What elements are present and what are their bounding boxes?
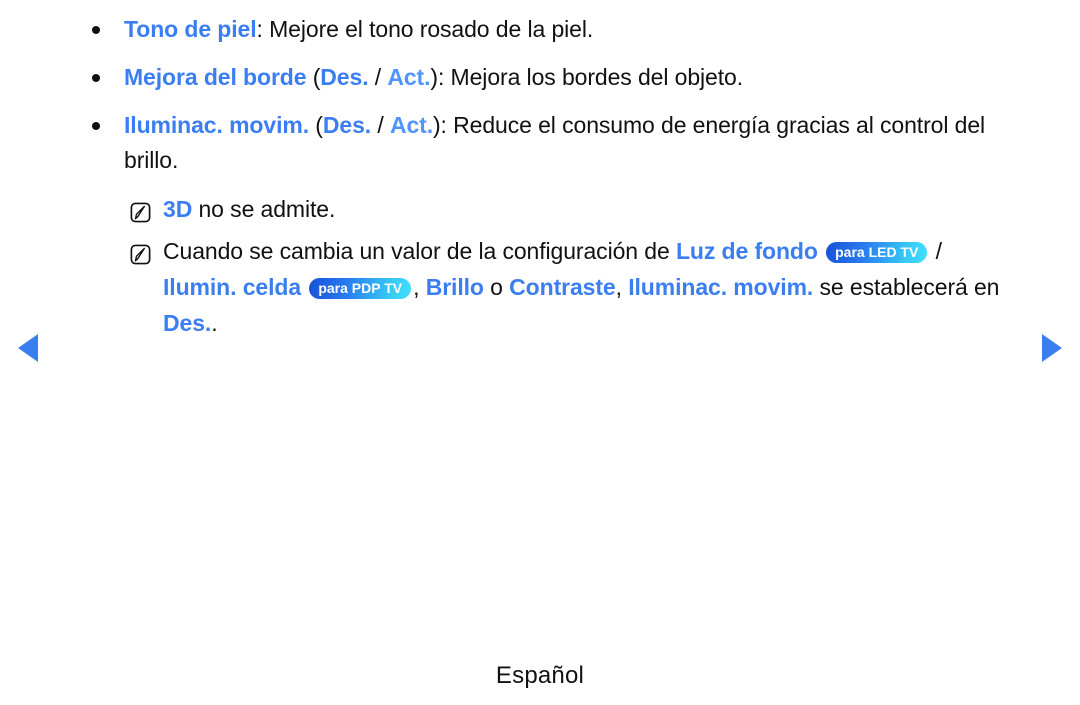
note-item: Cuando se cambia un valor de la configur… (0, 233, 1080, 341)
text-run: no se admite. (192, 196, 336, 222)
text-run: se establecerá en (813, 274, 1000, 300)
note-text: 3D no se admite. (163, 191, 1020, 227)
keyword-run: Iluminac. movim. (124, 112, 310, 138)
text-run: / (371, 112, 390, 138)
note-list: 3D no se admite. Cuando se cambia un valo… (0, 191, 1080, 341)
note-pen-icon (130, 202, 151, 223)
text-run: Cuando se cambia un valor de la configur… (163, 238, 676, 264)
text-run (818, 238, 824, 264)
compat-badge: para PDP TV (309, 278, 412, 299)
compat-badge: para LED TV (826, 242, 928, 263)
text-run: : Mejore el tono rosado de la piel. (256, 16, 594, 42)
next-page-arrow[interactable] (1042, 334, 1062, 362)
keyword-run: Des. (322, 112, 372, 138)
language-footer: Español (495, 662, 585, 689)
note-text: Cuando se cambia un valor de la configur… (163, 233, 1020, 341)
text-run: . (211, 310, 218, 336)
keyword-run: Des. (163, 310, 212, 336)
keyword-run: 3D (163, 196, 193, 222)
bullet-dot-icon (92, 122, 100, 130)
keyword-run: Mejora del borde (124, 64, 307, 90)
text-run: o (483, 274, 510, 300)
keyword-run: Contraste (509, 274, 616, 300)
text-run: / (929, 238, 942, 264)
bullet-item: Tono de piel: Mejore el tono rosado de l… (0, 12, 1080, 47)
text-run: ( (306, 64, 321, 90)
previous-page-arrow[interactable] (18, 334, 38, 362)
bullet-text: Mejora del borde (Des. / Act.): Mejora l… (124, 60, 1020, 95)
text-run: ): Mejora los bordes del objeto. (430, 64, 744, 90)
bullet-item: Mejora del borde (Des. / Act.): Mejora l… (0, 60, 1080, 95)
note-pen-icon (130, 244, 151, 265)
keyword-run: Luz de fondo (675, 238, 818, 264)
keyword-run: Des. (320, 64, 369, 90)
text-run (301, 274, 307, 300)
keyword-run: Iluminac. movim. (628, 274, 814, 300)
text-run: / (368, 64, 388, 90)
note-item: 3D no se admite. (0, 191, 1080, 227)
manual-page: Tono de piel: Mejore el tono rosado de l… (0, 0, 1080, 705)
keyword-run: Tono de piel (124, 16, 257, 42)
keyword-run: Act. (387, 64, 431, 90)
text-run: , (615, 274, 629, 300)
bullet-dot-icon (92, 74, 100, 82)
text-run: , (413, 274, 426, 300)
bullet-item: Iluminac. movim. (Des. / Act.): Reduce e… (0, 108, 1080, 178)
keyword-run: Brillo (425, 274, 484, 300)
bullet-text: Iluminac. movim. (Des. / Act.): Reduce e… (124, 108, 1020, 178)
bullet-text: Tono de piel: Mejore el tono rosado de l… (124, 12, 1020, 47)
content-body: Tono de piel: Mejore el tono rosado de l… (0, 0, 1080, 347)
bullet-list: Tono de piel: Mejore el tono rosado de l… (0, 12, 1080, 178)
text-run: ( (309, 112, 323, 138)
keyword-run: Act. (389, 112, 433, 138)
bullet-dot-icon (92, 26, 100, 34)
keyword-run: Ilumin. celda (163, 274, 302, 300)
